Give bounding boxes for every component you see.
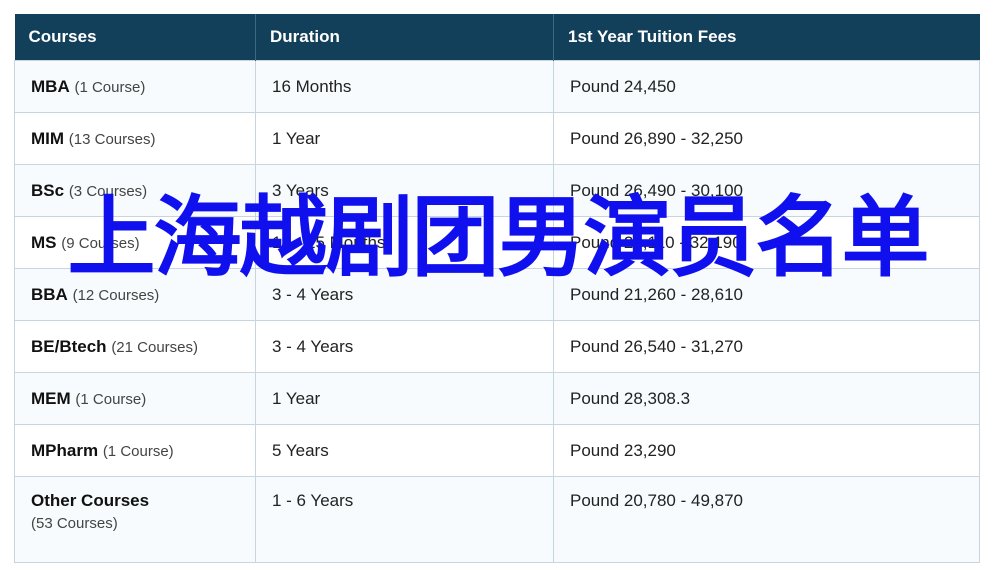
fees-cell: Pound 28,308.3: [553, 372, 980, 425]
duration-cell: 1 - 6 Years: [255, 476, 554, 563]
duration-cell: 1 Year: [255, 372, 554, 425]
table-row: BSc (3 Courses) 3 Years Pound 26,490 - 3…: [14, 164, 980, 217]
course-name: Other Courses: [31, 491, 150, 510]
table-header-row: Courses Duration 1st Year Tuition Fees: [14, 14, 980, 61]
table-row: Other Courses (53 Courses) 1 - 6 Years Po…: [14, 476, 980, 563]
table-row: BBA (12 Courses) 3 - 4 Years Pound 21,26…: [14, 268, 980, 321]
duration-cell: 5 Years: [255, 424, 554, 477]
course-count: (21 Courses): [111, 338, 199, 356]
course-cell: BE/Btech (21 Courses): [14, 320, 256, 373]
course-cell: MIM (13 Courses): [14, 112, 256, 165]
course-cell: MBA (1 Course): [14, 60, 256, 113]
course-name: MPharm: [31, 440, 99, 460]
course-cell: BSc (3 Courses): [14, 164, 256, 217]
table-row: MIM (13 Courses) 1 Year Pound 26,890 - 3…: [14, 112, 980, 165]
table-row: MEM (1 Course) 1 Year Pound 28,308.3: [14, 372, 980, 425]
tuition-table-container: Courses Duration 1st Year Tuition Fees M…: [14, 14, 980, 563]
fees-cell: Pound 26,890 - 32,250: [553, 112, 980, 165]
table-row: BE/Btech (21 Courses) 3 - 4 Years Pound …: [14, 320, 980, 373]
course-cell: Other Courses (53 Courses): [14, 476, 256, 563]
table-row: MPharm (1 Course) 5 Years Pound 23,290: [14, 424, 980, 477]
course-count: (13 Courses): [68, 130, 156, 148]
fees-cell: Pound 20,780 - 49,870: [553, 476, 980, 563]
course-count: (3 Courses): [68, 182, 148, 200]
course-count: (1 Course): [102, 442, 174, 460]
course-name: BSc: [31, 180, 65, 200]
course-name: BE/Btech: [31, 336, 107, 356]
fees-cell: Pound 21,260 - 28,610: [553, 268, 980, 321]
course-count: (9 Courses): [61, 234, 140, 252]
duration-cell: 3 - 4 Years: [255, 320, 554, 373]
course-count: (1 Course): [74, 78, 146, 96]
fees-cell: Pound 24,450: [553, 60, 980, 113]
tuition-table: Courses Duration 1st Year Tuition Fees M…: [14, 14, 980, 563]
course-name: BBA: [31, 284, 68, 304]
course-cell: MS (9 Courses): [14, 216, 256, 269]
header-fees: 1st Year Tuition Fees: [553, 14, 980, 61]
course-name: MEM: [31, 388, 71, 408]
table-row: MBA (1 Course) 16 Months Pound 24,450: [14, 60, 980, 113]
course-cell: MEM (1 Course): [14, 372, 256, 425]
header-duration: Duration: [255, 14, 554, 61]
course-count: (53 Courses): [31, 515, 118, 532]
course-name: MBA: [31, 76, 70, 96]
header-courses: Courses: [14, 14, 256, 61]
course-count: (12 Courses): [72, 286, 160, 304]
duration-cell: 16 Months: [255, 60, 554, 113]
fees-cell: Pound 26,490 - 30,100: [553, 164, 980, 217]
duration-cell: 1 Year: [255, 112, 554, 165]
fees-cell: Pound 23,290: [553, 424, 980, 477]
course-name: MIM: [31, 128, 65, 148]
course-count: (1 Course): [75, 390, 147, 408]
course-name: MS: [31, 232, 57, 252]
duration-cell: 3 Years: [255, 164, 554, 217]
course-cell: MPharm (1 Course): [14, 424, 256, 477]
course-cell: BBA (12 Courses): [14, 268, 256, 321]
table-row: MS (9 Courses) 12 - 15 Months Pound 25,1…: [14, 216, 980, 269]
duration-cell: 12 - 15 Months: [255, 216, 554, 269]
fees-cell: Pound 25,110 - 32,190: [553, 216, 980, 269]
duration-cell: 3 - 4 Years: [255, 268, 554, 321]
fees-cell: Pound 26,540 - 31,270: [553, 320, 980, 373]
